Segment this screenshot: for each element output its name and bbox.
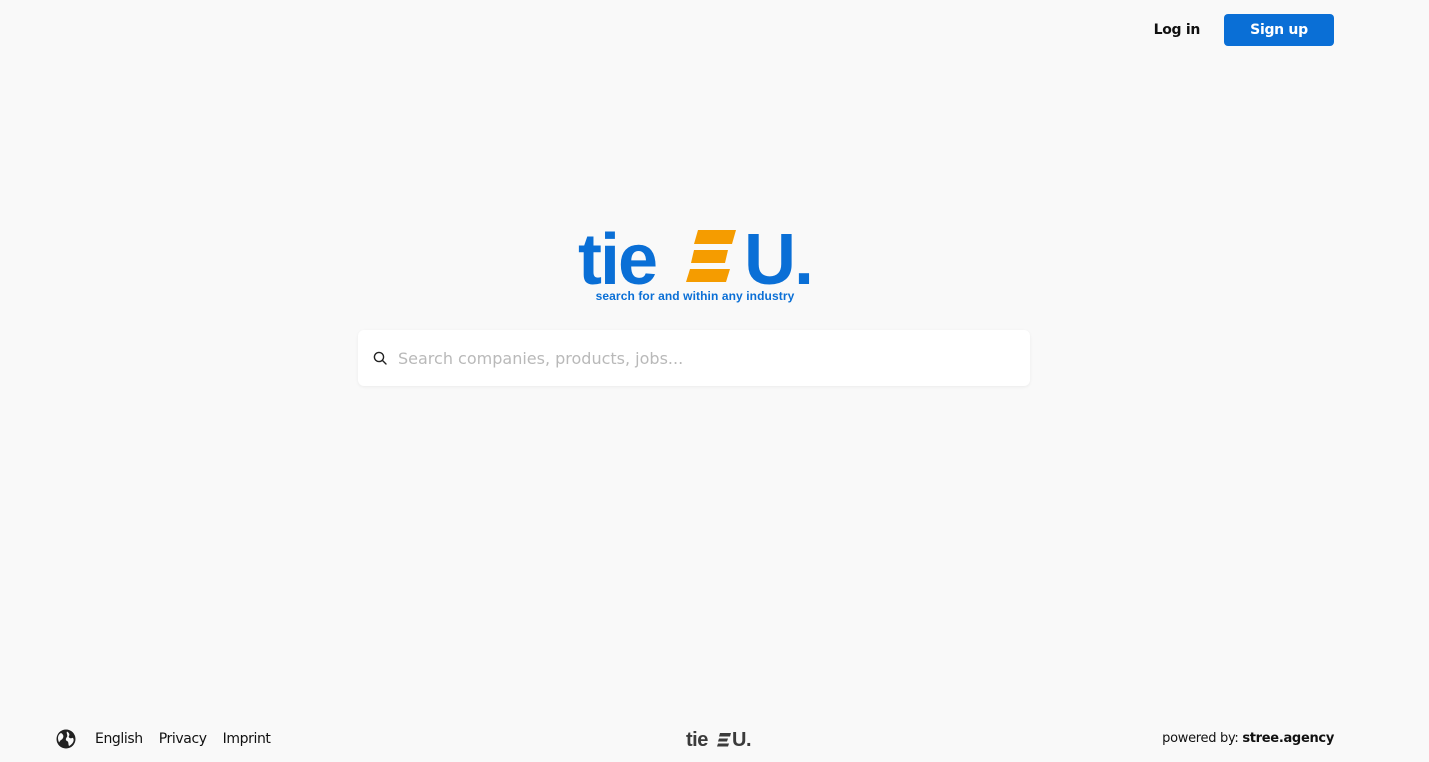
logo-text-right: U. (744, 224, 812, 290)
globe-icon[interactable] (55, 728, 77, 750)
top-nav: Log in Sign up (1154, 14, 1334, 46)
search-icon (358, 351, 398, 365)
login-link[interactable]: Log in (1154, 22, 1201, 38)
powered-by-agency-link[interactable]: stree.agency (1242, 731, 1334, 746)
privacy-link[interactable]: Privacy (159, 731, 207, 747)
signup-button[interactable]: Sign up (1224, 14, 1334, 46)
logo-e-icon (686, 230, 736, 282)
search-bar[interactable] (358, 330, 1030, 386)
powered-by: powered by: stree.agency (1162, 731, 1334, 746)
language-link[interactable]: English (95, 731, 143, 747)
imprint-link[interactable]: Imprint (223, 731, 271, 747)
footer-logo-left: tie (686, 729, 708, 749)
footer: English Privacy Imprint tie U. powered b… (0, 724, 1429, 754)
search-input[interactable] (398, 330, 1030, 386)
powered-by-label: powered by: (1162, 731, 1239, 746)
logo-tagline: search for and within any industry (595, 289, 795, 303)
footer-logo[interactable]: tie U. (686, 729, 752, 753)
logo-text-left: tie (578, 224, 656, 290)
footer-links: English Privacy Imprint (55, 728, 271, 750)
brand-logo: tie U. search for and within any industr… (578, 224, 812, 306)
footer-logo-e-icon (717, 733, 731, 747)
footer-logo-right: U. (732, 729, 751, 749)
logo-mark: tie U. (578, 224, 812, 290)
